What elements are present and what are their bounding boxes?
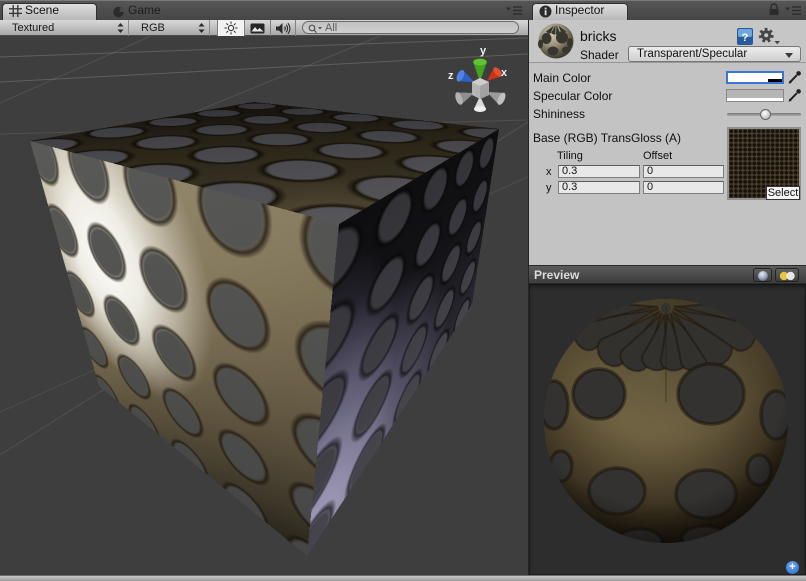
- svg-text:z: z: [448, 70, 454, 82]
- svg-text:x: x: [501, 67, 508, 79]
- svg-text:y: y: [480, 45, 487, 57]
- svg-text:?: ?: [742, 32, 749, 44]
